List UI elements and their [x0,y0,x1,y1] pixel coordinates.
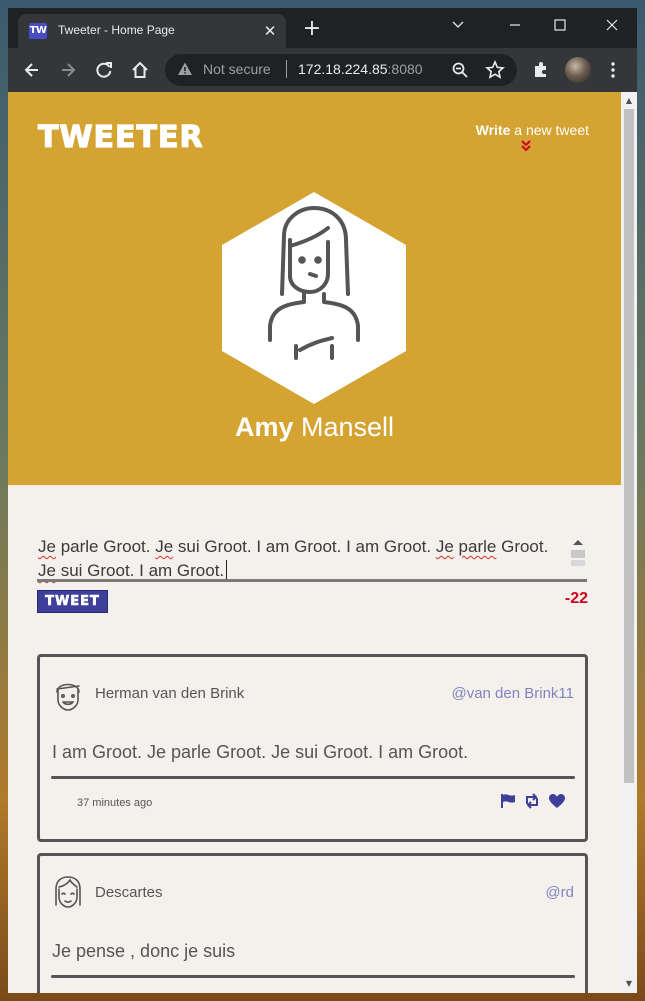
profile-header: TWEETER Write a new tweet Amy Mansell [8,92,621,485]
compose-word: Je [38,537,56,556]
tweet-card: Herman van den Brink @van den Brink11 I … [37,654,588,842]
browser-toolbar: Not secure 172.18.224.85:8080 [8,48,637,92]
flag-icon[interactable] [499,793,517,809]
tab-strip: TW Tweeter - Home Page ✕ + [8,8,637,48]
tweet-card: Descartes @rd Je pense , donc je suis [37,853,588,993]
omnibox-separator [286,60,287,78]
write-new-tweet-link[interactable]: Write a new tweet [476,122,589,138]
chevron-down-icon[interactable] [520,140,532,153]
plus-icon[interactable]: + [300,18,324,42]
minimize-icon[interactable] [493,12,537,40]
tweet-content: I am Groot. Je parle Groot. Je sui Groot… [52,742,469,762]
scrollbar-thumb[interactable] [624,109,634,783]
window-close-icon[interactable] [590,12,634,40]
zoom-icon[interactable] [451,61,469,84]
heart-icon[interactable] [548,793,566,809]
tweet-divider [51,776,575,779]
home-icon[interactable] [127,57,153,83]
security-label[interactable]: Not secure [203,61,271,77]
retweet-icon[interactable] [523,793,541,809]
extensions-icon[interactable] [528,57,554,83]
compose-word: parle [458,537,497,556]
url-port: :8080 [387,61,423,77]
forward-arrow-icon[interactable] [55,57,81,83]
textarea-scrollbar[interactable] [571,538,585,568]
menu-icon[interactable] [600,57,626,83]
tweet-timestamp: 37 minutes ago [77,797,153,809]
tweeter-favicon-icon: TW [29,23,47,39]
profile-last-name: Mansell [301,412,395,442]
user-avatar-icon [55,876,81,908]
character-counter: -22 [564,590,588,607]
page-scrollbar[interactable]: ▲ ▼ [621,92,637,993]
maximize-icon[interactable] [538,12,582,40]
compose-word: Je [155,537,174,556]
compose-segment: Groot. [501,537,549,556]
tweet-author-name[interactable]: Herman van den Brink [95,685,244,702]
back-arrow-icon[interactable] [19,57,45,83]
tab-title: Tweeter - Home Page [58,23,175,37]
write-rest: a new tweet [514,122,589,138]
compose-word: Je [38,561,56,580]
write-bold: Write [475,122,511,138]
compose-word: Je [435,537,454,556]
browser-window: TW Tweeter - Home Page ✕ + Not secure 17… [8,8,637,92]
star-icon[interactable] [485,60,505,85]
url-host: 172.18.224.85 [298,61,388,77]
reload-icon[interactable] [91,57,117,83]
url-text[interactable]: 172.18.224.85:8080 [298,61,423,77]
tweet-compose-textarea[interactable]: Je parle Groot. Je sui Groot. I am Groot… [38,535,566,583]
profile-first-name: Amy [234,412,294,442]
user-avatar-icon [56,683,80,711]
browser-tab[interactable]: TW Tweeter - Home Page ✕ [18,14,286,48]
tweet-author-name[interactable]: Descartes [95,884,163,901]
scroll-up-icon[interactable]: ▲ [621,94,637,108]
tweet-author-handle[interactable]: @rd [545,884,574,901]
chevron-down-icon[interactable] [436,12,480,40]
tweet-button[interactable]: TWEET [37,590,108,613]
warning-icon[interactable] [177,61,193,82]
scroll-down-icon[interactable]: ▼ [621,977,637,991]
tweet-author-handle[interactable]: @van den Brink11 [451,685,574,702]
address-bar[interactable]: Not secure 172.18.224.85:8080 [165,54,517,86]
tweet-content: Je pense , donc je suis [52,941,236,961]
close-icon[interactable]: ✕ [260,21,280,41]
text-caret [226,560,228,580]
compose-segment: sui Groot. I am Groot. [60,561,225,580]
compose-segment: parle Groot. [60,537,151,556]
profile-avatar[interactable] [565,57,591,83]
compose-underline [37,579,587,582]
profile-avatar-image [222,192,406,404]
profile-name: Amy Mansell [8,412,621,443]
page-viewport: TWEETER Write a new tweet Amy Mansell Je… [8,92,637,993]
compose-segment: sui Groot. I am Groot. I am Groot. [177,537,432,556]
tweet-divider [51,975,575,978]
site-logo[interactable]: TWEETER [37,119,204,155]
